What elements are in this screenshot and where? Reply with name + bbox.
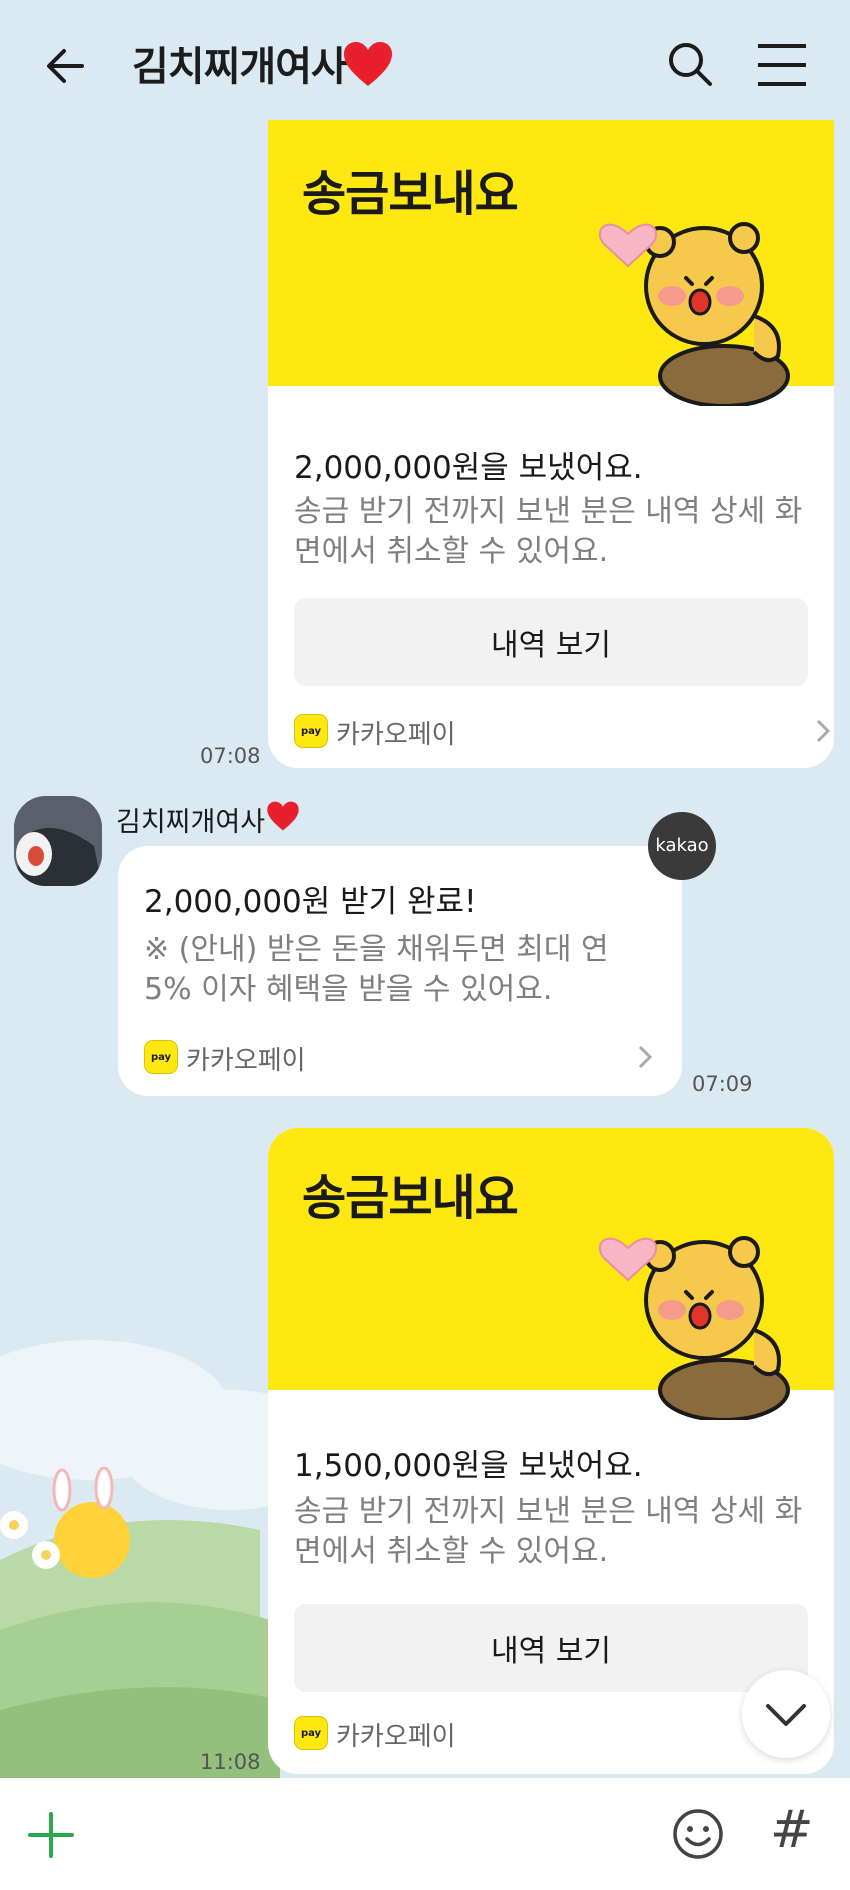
message-time: 07:08 [200, 744, 261, 768]
banner-title: 송금보내요 [302, 1170, 519, 1226]
chevron-right-icon [638, 1045, 653, 1069]
transfer-description: 송금 받기 전까지 보낸 분은 내역 상세 화면에서 취소할 수 있어요. [294, 1494, 803, 1569]
kakaopay-logo-icon: pay [294, 714, 328, 748]
kakaopay-link[interactable]: pay 카카오페이 [144, 1038, 656, 1078]
sender-name: 김치찌개여사 [116, 807, 266, 838]
emoji-icon[interactable] [672, 1808, 724, 1860]
view-history-button[interactable]: 내역 보기 [294, 598, 808, 686]
kakaopay-label: 카카오페이 [186, 1046, 306, 1076]
banner-title: 송금보내요 [302, 166, 519, 222]
chat-header: 김치찌개여사 [0, 0, 850, 130]
kakaopay-link[interactable]: pay 카카오페이 [294, 712, 834, 752]
view-history-button[interactable]: 내역 보기 [294, 1604, 808, 1692]
message-time: 07:09 [692, 1072, 753, 1096]
received-amount: 2,000,000원 받기 완료! [144, 884, 477, 920]
kakaopay-label: 카카오페이 [336, 720, 456, 750]
avatar-image [14, 796, 102, 886]
plus-icon[interactable] [28, 1812, 74, 1858]
transfer-amount: 2,000,000원을 보냈어요. [294, 450, 643, 486]
avatar[interactable] [14, 796, 102, 886]
kakaopay-logo-icon: pay [144, 1040, 178, 1074]
received-notice-card[interactable]: 2,000,000원 받기 완료! ※ (안내) 받은 돈을 채워두면 최대 연… [118, 846, 682, 1096]
heart-icon [344, 42, 392, 86]
kakao-badge: kakao [648, 812, 716, 880]
transfer-amount: 1,500,000원을 보냈어요. [294, 1448, 643, 1484]
arrow-left-icon[interactable] [38, 38, 94, 94]
bear-character-image [598, 222, 790, 406]
search-icon[interactable] [662, 36, 718, 92]
chat-title[interactable]: 김치찌개여사 [132, 34, 348, 92]
scroll-down-button[interactable] [742, 1670, 830, 1758]
message-time: 11:08 [200, 1750, 261, 1774]
bear-character-image [598, 1236, 790, 1420]
transfer-card[interactable]: 송금보내요 2,000,000원을 보냈어요. 송금 받기 전까지 보낸 분은 … [268, 120, 834, 768]
kakaopay-logo-icon: pay [294, 1716, 328, 1750]
hamburger-menu-icon[interactable] [754, 40, 810, 90]
heart-icon [267, 801, 299, 831]
received-description: ※ (안내) 받은 돈을 채워두면 최대 연 5% 이자 혜택을 받을 수 있어… [144, 932, 609, 1007]
hashtag-search-button[interactable]: # [770, 1800, 814, 1860]
chevron-down-icon [766, 1704, 806, 1726]
chevron-right-icon [816, 719, 831, 743]
kakaopay-label: 카카오페이 [336, 1722, 456, 1752]
message-input-bar: # [0, 1778, 850, 1890]
transfer-description: 송금 받기 전까지 보낸 분은 내역 상세 화면에서 취소할 수 있어요. [294, 494, 803, 569]
